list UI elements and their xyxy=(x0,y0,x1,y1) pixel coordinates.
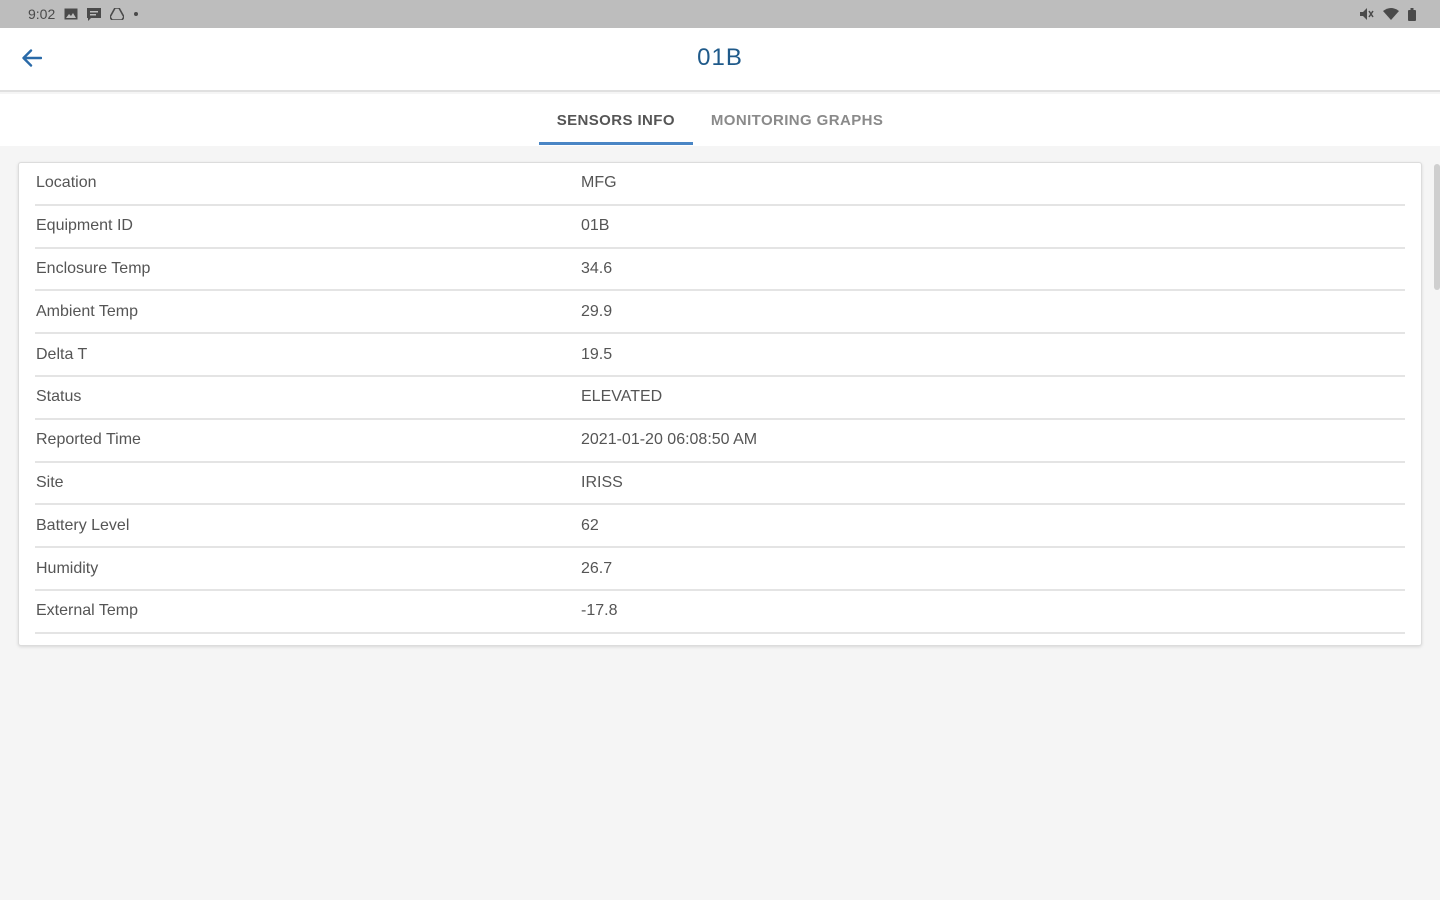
tab-sensors-info[interactable]: SENSORS INFO xyxy=(538,94,694,146)
info-value: -17.8 xyxy=(581,602,618,620)
gallery-icon xyxy=(64,8,78,20)
info-value: 19.5 xyxy=(581,345,613,363)
info-value: 29.9 xyxy=(581,302,613,320)
status-bar-right xyxy=(1360,7,1416,21)
info-label: Humidity xyxy=(36,559,99,577)
info-value: ELEVATED xyxy=(581,388,663,406)
message-icon xyxy=(87,7,102,21)
info-row-status: Status ELEVATED xyxy=(35,377,1405,420)
info-label: Status xyxy=(36,388,82,406)
dot-icon xyxy=(133,11,139,17)
info-label: Battery Level xyxy=(36,516,130,534)
battery-icon xyxy=(1408,7,1416,21)
info-label: Location xyxy=(36,174,97,192)
info-label: Reported Time xyxy=(36,431,141,449)
mute-icon xyxy=(1360,8,1374,20)
status-bar-left: 9:02 xyxy=(28,6,139,22)
status-bar: 9:02 xyxy=(0,0,1440,28)
info-value: 34.6 xyxy=(581,259,613,277)
tab-bar: SENSORS INFO MONITORING GRAPHS xyxy=(0,94,1440,146)
info-row-ambient-temp: Ambient Temp 29.9 xyxy=(35,291,1405,335)
info-label: Site xyxy=(36,473,64,491)
sensor-info-card: Location MFG Equipment ID 01B Enclosure … xyxy=(18,162,1422,646)
info-value: 01B xyxy=(581,217,610,235)
app-bar: 01B xyxy=(0,28,1440,92)
info-label: Ambient Temp xyxy=(36,302,138,320)
info-row-humidity: Humidity 26.7 xyxy=(35,548,1405,591)
info-value: 26.7 xyxy=(581,559,613,577)
info-value: IRISS xyxy=(581,473,623,491)
status-time: 9:02 xyxy=(28,6,56,22)
info-label: Equipment ID xyxy=(36,217,133,235)
scrollbar[interactable] xyxy=(1434,164,1440,290)
info-row-delta-t: Delta T 19.5 xyxy=(35,334,1405,377)
info-row-equipment-id: Equipment ID 01B xyxy=(35,206,1405,249)
info-value: MFG xyxy=(581,174,617,192)
info-row-reported-time: Reported Time 2021-01-20 06:08:50 AM xyxy=(35,420,1405,463)
info-row-location: Location MFG xyxy=(35,163,1405,206)
info-value: 2021-01-20 06:08:50 AM xyxy=(581,431,758,449)
info-label: Delta T xyxy=(36,345,88,363)
info-label: Enclosure Temp xyxy=(36,259,151,277)
page-title: 01B xyxy=(697,44,743,71)
wifi-icon xyxy=(1383,8,1399,20)
info-row-battery-level: Battery Level 62 xyxy=(35,505,1405,549)
info-value: 62 xyxy=(581,516,599,534)
info-label: External Temp xyxy=(36,602,138,620)
info-row-external-temp: External Temp -17.8 xyxy=(35,591,1405,634)
drive-icon xyxy=(110,8,125,20)
info-row-enclosure-temp: Enclosure Temp 34.6 xyxy=(35,249,1405,292)
tab-monitoring-graphs[interactable]: MONITORING GRAPHS xyxy=(693,94,901,146)
info-row-site: Site IRISS xyxy=(35,463,1405,506)
